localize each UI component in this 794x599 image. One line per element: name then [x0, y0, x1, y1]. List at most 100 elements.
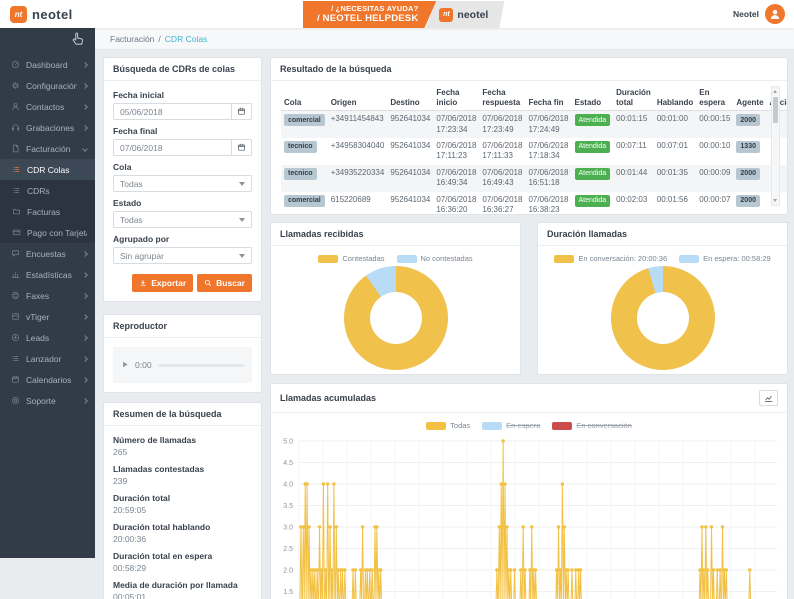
chevron-right-icon: [82, 293, 88, 299]
player-track[interactable]: [158, 364, 244, 367]
brand-name: neotel: [32, 7, 73, 22]
cell-duracion-total: 00:01:44: [613, 165, 654, 192]
svg-text:4.5: 4.5: [283, 460, 293, 467]
sidebar-item-calendarios[interactable]: Calendarios: [0, 369, 95, 390]
sidebar-item-dashboard[interactable]: Dashboard: [0, 54, 95, 75]
legend-item-en-conversacion[interactable]: En conversación: [552, 421, 631, 430]
accumulated-plot: 5.04.54.03.53.02.52.01.5: [271, 433, 787, 599]
stat-duracion-total-en-espera: Duración total en espera00:58:29: [113, 551, 252, 573]
chart-type-toggle-button[interactable]: [759, 390, 778, 406]
table-row[interactable]: tecnico+3493522033495264103407/06/201816…: [281, 165, 788, 192]
sidebar-item-soporte[interactable]: Soporte: [0, 390, 95, 411]
agrupado-por-select[interactable]: Sin agrupar: [113, 247, 252, 264]
legend-label: En espera: 00:58:29: [703, 254, 771, 263]
user-avatar-icon: [765, 4, 785, 24]
stat-duracion-total: Duración total20:59:05: [113, 493, 252, 515]
stat-label: Número de llamadas: [113, 435, 252, 445]
user-menu[interactable]: Neotel: [733, 0, 785, 28]
scrollbar-thumb[interactable]: [773, 97, 778, 123]
summary-panel-title: Resumen de la búsqueda: [113, 409, 222, 419]
helpdesk-line1: / ¿NECESITAS AYUDA?: [317, 4, 418, 13]
cola-select[interactable]: Todas: [113, 175, 252, 192]
legend-swatch: [552, 422, 572, 430]
cell-destino: 952641034: [387, 192, 433, 215]
sidebar-item-faxes[interactable]: Faxes: [0, 285, 95, 306]
chat-icon: [11, 249, 20, 258]
column-header-agente: Agente: [733, 85, 766, 111]
estado-select[interactable]: Todas: [113, 211, 252, 228]
svg-text:3.0: 3.0: [283, 525, 293, 532]
brand-logo[interactable]: nt neotel: [10, 0, 73, 28]
queue-badge: tecnico: [284, 168, 317, 180]
cell-hablando: 00:01:00: [654, 111, 696, 138]
table-scrollbar[interactable]: [771, 86, 780, 206]
sidebar-item-cdr-colas[interactable]: CDR Colas: [0, 159, 95, 180]
results-panel-title: Resultado de la búsqueda: [280, 64, 392, 74]
cell-duracion-total: 00:02:03: [613, 192, 654, 215]
cell-destino: 952641034: [387, 138, 433, 165]
sidebar-item-leads[interactable]: Leads: [0, 327, 95, 348]
player-time: 0:00: [135, 360, 152, 370]
stat-value: 00:58:29: [113, 563, 252, 573]
field-label-agrupado-por: Agrupado por: [113, 234, 252, 244]
legend-swatch: [397, 255, 417, 263]
breadcrumb-section[interactable]: Facturación: [110, 34, 154, 44]
sidebar-item-pago-con-tarjeta[interactable]: Pago con Tarjeta: [0, 222, 95, 243]
fecha-final-input[interactable]: [113, 139, 231, 156]
sidebar-item-facturacion[interactable]: Facturación: [0, 138, 95, 159]
list-icon: [12, 165, 21, 174]
list-icon: [12, 186, 21, 195]
stat-duracion-total-hablando: Duración total hablando20:00:36: [113, 522, 252, 544]
legend-item-no-contestadas[interactable]: No contestadas: [397, 254, 473, 263]
play-icon[interactable]: [121, 356, 129, 374]
scroll-down-icon[interactable]: [773, 199, 777, 202]
folder-icon: [12, 207, 21, 216]
fecha-inicial-input[interactable]: [113, 103, 231, 120]
helpdesk-banner[interactable]: / ¿NECESITAS AYUDA? / NEOTEL HELPDESK nt…: [303, 1, 504, 28]
legend-item-en-espera-00-58-29[interactable]: En espera: 00:58:29: [679, 254, 771, 263]
cell-fecha-inicio: 07/06/201817:23:34: [433, 111, 479, 138]
cell-origen: +34911454843: [328, 111, 388, 138]
sidebar-item-contactos[interactable]: Contactos: [0, 96, 95, 117]
sidebar: DashboardConfiguraciónContactosGrabacion…: [0, 28, 95, 558]
sidebar-item-grabaciones[interactable]: Grabaciones: [0, 117, 95, 138]
player-panel-title: Reproductor: [113, 321, 167, 331]
fecha-final-calendar-button[interactable]: [231, 139, 252, 156]
caret-down-icon: [239, 254, 245, 258]
search-button[interactable]: Buscar: [197, 274, 252, 292]
table-row[interactable]: comercial61522068995264103407/06/201816:…: [281, 192, 788, 215]
sidebar-item-vtiger[interactable]: vTiger: [0, 306, 95, 327]
legend-item-contestadas[interactable]: Contestadas: [318, 254, 384, 263]
fecha-inicial-calendar-button[interactable]: [231, 103, 252, 120]
chevron-right-icon: [82, 104, 88, 110]
table-row[interactable]: comercial+3491145484395264103407/06/2018…: [281, 111, 788, 138]
chevron-right-icon: [82, 335, 88, 341]
table-row[interactable]: tecnico+3495830404095264103407/06/201817…: [281, 138, 788, 165]
sidebar-item-encuestas[interactable]: Encuestas: [0, 243, 95, 264]
doc-icon: [11, 144, 20, 153]
queue-badge: comercial: [284, 114, 325, 126]
chevron-down-icon: [82, 146, 88, 152]
player-panel: Reproductor 0:00: [103, 314, 262, 393]
column-header-cola: Cola: [281, 85, 328, 111]
sidebar-item-estadisticas[interactable]: Estadísticas: [0, 264, 95, 285]
export-button[interactable]: Exportar: [132, 274, 193, 292]
caret-down-icon: [239, 218, 245, 222]
sidebar-item-cdrs[interactable]: CDRs: [0, 180, 95, 201]
search-panel-title: Búsqueda de CDRs de colas: [113, 64, 235, 74]
scroll-up-icon[interactable]: [773, 90, 777, 93]
caret-down-icon: [239, 182, 245, 186]
legend-item-todas[interactable]: Todas: [426, 421, 470, 430]
legend-swatch: [554, 255, 574, 263]
cell-fecha-respuesta: 07/06/201817:23:49: [479, 111, 525, 138]
sidebar-item-facturas[interactable]: Facturas: [0, 201, 95, 222]
legend-item-en-conversacion-20-00-36[interactable]: En conversación: 20:00:36: [554, 254, 667, 263]
hand-pointer-icon[interactable]: [71, 31, 86, 51]
chevron-right-icon: [82, 272, 88, 278]
sidebar-item-lanzador[interactable]: Lanzador: [0, 348, 95, 369]
sidebar-item-configuracion[interactable]: Configuración: [0, 75, 95, 96]
sidebar-item-label: Faxes: [26, 291, 77, 301]
legend-item-en-espera[interactable]: En espera: [482, 421, 540, 430]
banner-logo-icon: nt: [439, 8, 453, 22]
user-name: Neotel: [733, 9, 759, 19]
